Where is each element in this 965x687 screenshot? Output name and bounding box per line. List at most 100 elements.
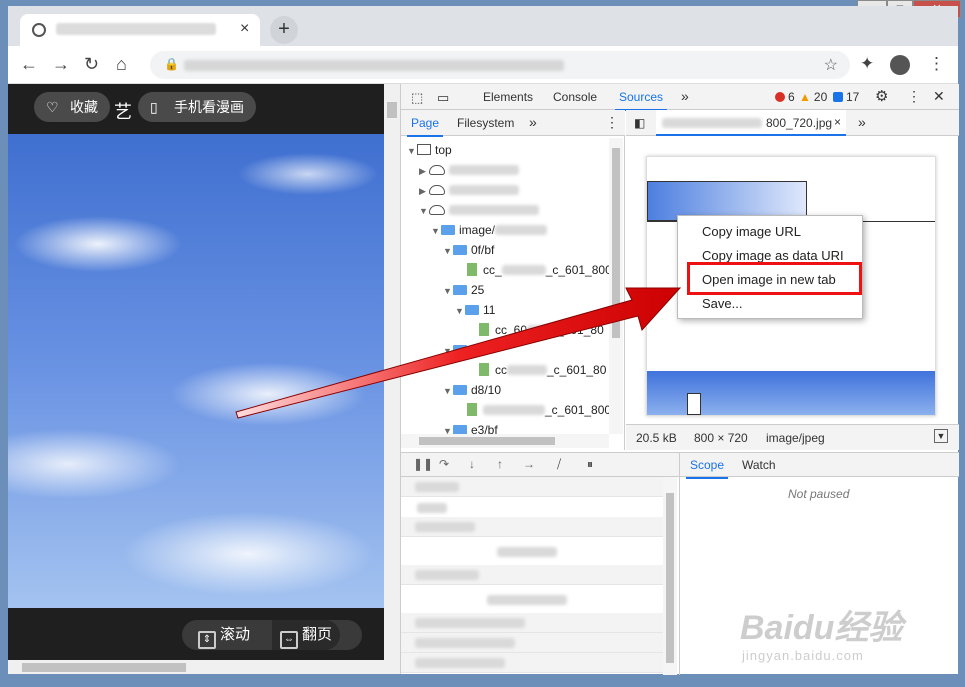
- settings-gear-icon[interactable]: ⚙: [875, 87, 888, 105]
- tree-label: 11: [483, 303, 496, 317]
- section-global-listeners[interactable]: [401, 653, 663, 673]
- deactivate-breakpoints-icon[interactable]: ⧸: [557, 457, 561, 472]
- warning-count[interactable]: ▲ 20: [799, 90, 827, 104]
- section-threads[interactable]: [401, 477, 663, 497]
- tree-item-folder[interactable]: ▼ 8: [443, 340, 478, 360]
- folder-icon: [453, 245, 467, 255]
- devtools-toolbar: ⬚ ▭ Elements Console Sources » 6 ▲ 20 17 …: [401, 84, 959, 111]
- more-nav-tabs-icon[interactable]: »: [529, 114, 537, 130]
- close-editor-tab-icon[interactable]: ×: [834, 115, 841, 129]
- tree-item-file[interactable]: cc_60 c_601_80: [479, 320, 604, 340]
- step-into-icon[interactable]: ↓: [469, 457, 475, 471]
- mobile-read-button[interactable]: ▯ 手机看漫画: [138, 92, 256, 122]
- scrollbar-thumb[interactable]: [666, 493, 674, 663]
- more-tabs-icon[interactable]: »: [681, 88, 689, 104]
- scroll-mode-button[interactable]: ⇕ 滚动: [198, 620, 250, 650]
- more-editor-tabs-icon[interactable]: »: [858, 114, 866, 130]
- close-devtools-icon[interactable]: ✕: [933, 88, 945, 105]
- toggle-navigator-icon[interactable]: ◧: [634, 116, 645, 130]
- section-dom-breakpoints[interactable]: [401, 633, 663, 653]
- home-icon[interactable]: ⌂: [116, 54, 127, 75]
- menu-dots-icon[interactable]: ⋮: [928, 54, 945, 74]
- editor-tab-image[interactable]: 800_720.jpg ×: [656, 110, 846, 136]
- section-xhr-breakpoints[interactable]: [401, 613, 663, 633]
- watermark-domain: jingyan.baidu.com: [742, 648, 864, 663]
- tab-strip: × +: [8, 6, 958, 46]
- tree-label: _c_601_80: [547, 363, 607, 377]
- globe-icon: [32, 23, 46, 37]
- tree-label: _c_601_800_: [545, 403, 611, 417]
- section-breakpoints[interactable]: [401, 565, 663, 585]
- redacted-text: [507, 365, 547, 375]
- menu-item-save[interactable]: Save...: [702, 296, 742, 311]
- navigator-menu-icon[interactable]: ⋮: [605, 114, 619, 131]
- new-tab-button[interactable]: +: [270, 16, 298, 44]
- redacted-text: [449, 205, 539, 215]
- scrollbar-thumb[interactable]: [419, 437, 555, 445]
- menu-item-copy-data-uri[interactable]: Copy image as data URI: [702, 248, 844, 263]
- back-icon[interactable]: ←: [20, 54, 38, 75]
- folder-icon: [453, 385, 467, 395]
- redacted-text: [497, 547, 557, 557]
- step-icon[interactable]: →: [523, 457, 535, 471]
- tree-item-folder[interactable]: ▼ 11: [455, 300, 495, 320]
- tab-page[interactable]: Page: [406, 116, 444, 137]
- tree-item-folder[interactable]: ▼ d8/10: [443, 380, 501, 400]
- folder-icon: [465, 305, 479, 315]
- flip-mode-label: 翻页: [302, 626, 333, 643]
- flip-mode-button[interactable]: ⇔ 翻页: [272, 620, 341, 650]
- bookmark-star-icon[interactable]: ☆: [824, 55, 838, 75]
- page-horizontal-scrollbar[interactable]: [8, 660, 384, 674]
- navigator-horizontal-scrollbar[interactable]: [401, 434, 609, 448]
- scrollbar-thumb[interactable]: [387, 102, 397, 118]
- tree-item-domain[interactable]: ▶: [419, 180, 519, 200]
- tree-item-folder[interactable]: ▼ 0f/bf: [443, 240, 494, 260]
- device-toolbar-icon[interactable]: ▭: [437, 90, 449, 106]
- more-options-icon[interactable]: ⋮: [907, 88, 921, 105]
- tree-item-file[interactable]: cc_ _c_601_800_: [467, 260, 611, 280]
- forward-icon[interactable]: →: [52, 54, 70, 75]
- section-call-stack[interactable]: [401, 517, 663, 537]
- pause-icon[interactable]: ❚❚: [413, 457, 433, 471]
- tree-item-folder[interactable]: ▼ 25: [443, 280, 484, 300]
- drawer-toggle-icon[interactable]: ▼: [934, 429, 948, 443]
- pause-on-exceptions-icon[interactable]: ⏸: [587, 457, 593, 472]
- tree-label: _c_601_800_: [545, 263, 611, 277]
- scrollbar-thumb[interactable]: [612, 148, 620, 338]
- tree-item-domain[interactable]: ▼: [419, 200, 539, 220]
- phone-icon: ▯: [150, 99, 158, 115]
- step-out-icon[interactable]: ↑: [497, 457, 503, 471]
- page-vertical-scrollbar[interactable]: [384, 84, 400, 674]
- tree-item-file[interactable]: _c_601_800_: [467, 400, 611, 420]
- profile-avatar-icon[interactable]: [890, 55, 910, 75]
- redacted-text: [415, 658, 505, 668]
- tree-item-folder[interactable]: ▼ image/: [431, 220, 548, 240]
- scrollbar-thumb[interactable]: [22, 663, 186, 672]
- tab-scope[interactable]: Scope: [685, 458, 729, 479]
- tab-close-icon[interactable]: ×: [240, 20, 249, 38]
- extensions-icon[interactable]: ✦: [860, 54, 874, 74]
- tree-item-top[interactable]: ▼ top: [407, 140, 452, 160]
- menu-item-copy-image-url[interactable]: Copy image URL: [702, 224, 801, 239]
- message-count[interactable]: 17: [833, 90, 859, 104]
- browser-tab[interactable]: ×: [20, 14, 260, 46]
- tab-sources[interactable]: Sources: [614, 90, 668, 111]
- favorite-button[interactable]: ♡ 收藏: [34, 92, 110, 122]
- editor-tab-filename: 800_720.jpg: [766, 116, 833, 130]
- favorite-label: 收藏: [70, 99, 98, 115]
- error-count[interactable]: 6: [775, 90, 795, 104]
- tree-item-file[interactable]: cc _c_601_80: [479, 360, 606, 380]
- tree-item-domain[interactable]: ▶: [419, 160, 519, 180]
- tab-console[interactable]: Console: [553, 90, 597, 104]
- debugger-scrollbar[interactable]: [663, 477, 677, 675]
- redacted-text: [415, 570, 479, 580]
- reload-icon[interactable]: ↻: [84, 54, 99, 75]
- tab-elements[interactable]: Elements: [483, 90, 533, 104]
- warning-count-value: 20: [813, 90, 828, 104]
- tab-filesystem[interactable]: Filesystem: [457, 116, 514, 130]
- inspect-element-icon[interactable]: ⬚: [411, 90, 423, 106]
- step-over-icon[interactable]: ↷: [439, 457, 449, 471]
- address-bar[interactable]: 🔒 ☆: [150, 51, 850, 79]
- tab-watch[interactable]: Watch: [742, 458, 776, 472]
- navigator-vertical-scrollbar[interactable]: [609, 138, 623, 434]
